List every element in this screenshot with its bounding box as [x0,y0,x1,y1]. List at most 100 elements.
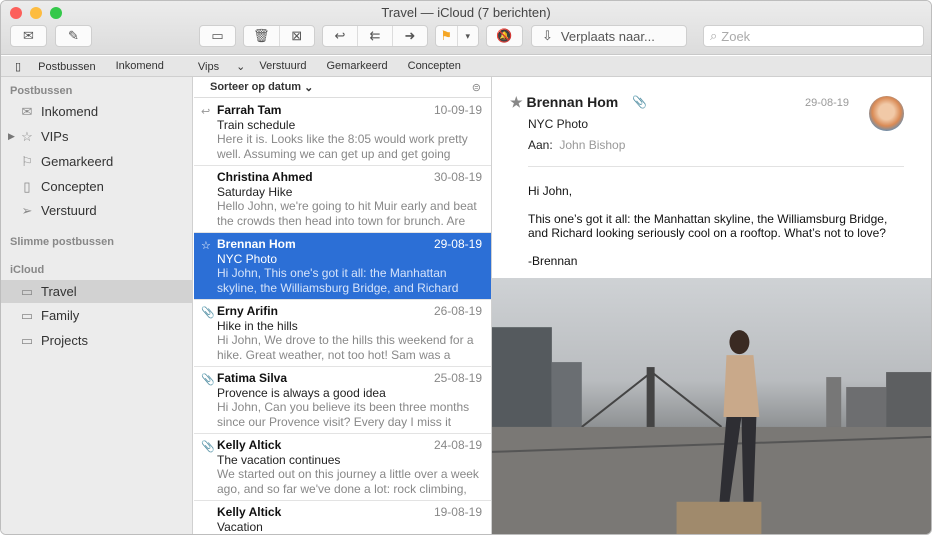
subject: NYC Photo [217,252,278,266]
get-mail-button[interactable]: ✉ [10,25,47,47]
junk-icon: ⊠ [291,28,303,43]
label: Concepten [41,179,104,194]
sidebar-item-concepten[interactable]: ▯ Concepten [1,175,192,198]
mailboxes-toggle[interactable]: ▯ Postbussen [15,60,96,73]
label: Projects [41,333,88,348]
favorite-gemarkeerd[interactable]: Gemarkeerd [326,60,387,72]
message-list-item[interactable]: 📎 Kelly Altick 24-08-19 The vacation cont… [194,434,491,501]
junk-button[interactable]: ⊠ [280,26,315,46]
filter-icon[interactable]: ⊜ [472,81,481,94]
sender: Brennan Hom [217,237,296,251]
sender: Christina Ahmed [217,170,313,184]
message-list-item[interactable]: ↩ Farrah Tam 10-09-19 Train schedule Here … [194,99,491,166]
label: VIPs [41,129,69,144]
body-paragraph: -Brennan [528,254,578,268]
disclosure-triangle-icon[interactable]: ▶ [8,131,15,142]
compose-button[interactable]: ✎ [55,25,92,47]
chevron-down-icon: ▾ [465,30,471,41]
date: 19-08-19 [433,505,482,519]
forward-button[interactable]: ➜ [393,26,427,46]
reply-all-button[interactable]: ⇇ [358,26,393,46]
flag-button[interactable]: ⚑ [436,26,458,46]
sender-name[interactable]: Brennan Hom [526,94,618,110]
star-icon[interactable]: ★ [510,94,523,110]
sender: Erny Arifin [217,304,278,318]
sidebar-item-travel[interactable]: ▭ Travel [1,280,192,303]
recipient[interactable]: John Bishop [559,138,625,152]
sidebar-item-family[interactable]: ▭ Family [1,304,192,327]
message-list-item[interactable]: ☆ Brennan Hom 29-08-19 NYC Photo Hi John, … [194,233,491,300]
compose-icon: ✎ [68,28,79,43]
message-list-item[interactable]: 📎 Fatima Silva 25-08-19 Provence is alway… [194,367,491,434]
star-icon: ☆ [21,128,33,144]
body-paragraph: This one’s got it all: the Manhattan sky… [528,212,888,240]
reply-group: ↩ ⇇ ➜ [322,25,428,47]
favorite-verstuurd[interactable]: Verstuurd [259,60,306,72]
subject: Provence is always a good idea [217,386,386,400]
delete-button[interactable]: 🗑 [244,26,280,46]
message-list-item[interactable]: Christina Ahmed 30-08-19 Saturday Hike Hel… [194,166,491,233]
reply-all-icon: ⇇ [369,28,381,43]
favorite-concepten[interactable]: Concepten [408,60,461,72]
flag-group: ⚑ ▾ [435,25,479,47]
bell-slash-icon: 🔕 [496,28,513,43]
forward-icon: ➜ [404,28,416,43]
subject: Train schedule [217,118,296,132]
status-icon: 📎 [201,307,215,319]
status-icon: 📎 [201,441,215,453]
mailboxes-label: Postbussen [38,60,96,73]
subject: The vacation continues [217,453,341,467]
move-to-button[interactable]: ⇩ Verplaats naar... [531,25,687,47]
flag-icon: ⚐ [21,153,33,169]
sidebar-item-verstuurd[interactable]: ➢ Verstuurd [1,199,192,222]
attachment-icon: 📎 [632,95,647,109]
mail-window: Travel — iCloud (7 berichten) ✉ ✎ ▭ 🗑 ⊠ … [0,0,932,535]
sidebar-item-projects[interactable]: ▭ Projects [1,329,192,352]
archive-button[interactable]: ▭ [199,25,236,47]
folder-icon: ▭ [20,307,34,323]
message-list: Sorteer op datum ⌄ ⊜ ↩ Farrah Tam 10-09-1… [194,77,492,534]
sidebar: Postbussen ✉ Inkomend ▶ ☆ VIPs ⚐ Gemarkeerd … [1,77,193,534]
message-list-item[interactable]: 📎 Erny Arifin 26-08-19 Hike in the hills H… [194,300,491,367]
label: Travel [41,284,77,299]
favorite-inkomend[interactable]: Inkomend [116,60,164,72]
message-list-item[interactable]: Kelly Altick 19-08-19 Vacation [194,501,491,534]
message-date: 29-08-19 [805,97,850,109]
toolbar: Travel — iCloud (7 berichten) ✉ ✎ ▭ 🗑 ⊠ … [1,1,931,55]
trash-icon: 🗑 [252,28,270,43]
mute-button[interactable]: 🔕 [486,25,523,47]
preview: Hi John, This one's got it all: the Manh… [217,266,459,295]
divider [528,166,904,167]
label: Inkomend [41,104,99,119]
label: Family [41,308,80,323]
status-icon: 📎 [201,374,215,386]
flag-menu-button[interactable]: ▾ [458,26,479,46]
date: 26-08-19 [433,304,482,318]
attached-photo[interactable] [492,278,931,534]
sender: Fatima Silva [217,371,288,385]
favorites-bar: ▯ Postbussen Inkomend Vips ⌄ Verstuurd G… [1,56,931,77]
vips-label: Vips [197,60,220,73]
folder-icon: ▭ [20,283,34,299]
reply-button[interactable]: ↩ [323,26,358,46]
favorite-vips[interactable]: Vips ⌄ [184,60,245,73]
preview: Here it is. Looks like the 8:05 would wo… [217,132,468,161]
preview: Hello John, we're going to hit Muir earl… [217,199,477,228]
move-icon: ⇩ [542,28,553,43]
date: 24-08-19 [433,438,482,452]
sender: Farrah Tam [217,103,282,117]
date: 29-08-19 [433,237,482,251]
sidebar-item-gemarkeerd[interactable]: ⚐ Gemarkeerd [1,150,192,173]
avatar [869,96,904,131]
search-input[interactable]: ⌕ Zoek [703,25,924,47]
sidebar-item-inkomend[interactable]: ✉ Inkomend [1,100,192,123]
subject: Saturday Hike [217,185,293,199]
sort-menu[interactable]: Sorteer op datum ⌄ ⊜ [194,77,491,98]
document-icon: ▯ [23,178,31,194]
window-title: Travel — iCloud (7 berichten) [381,5,551,20]
sidebar-item-vips[interactable]: ▶ ☆ VIPs [1,125,192,148]
message-body: Hi John, This one’s got it all: the Manh… [528,184,908,268]
nyc-rooftop-photo [492,327,931,534]
label: Gemarkeerd [41,154,114,169]
inbox-icon: ✉ [21,103,33,119]
